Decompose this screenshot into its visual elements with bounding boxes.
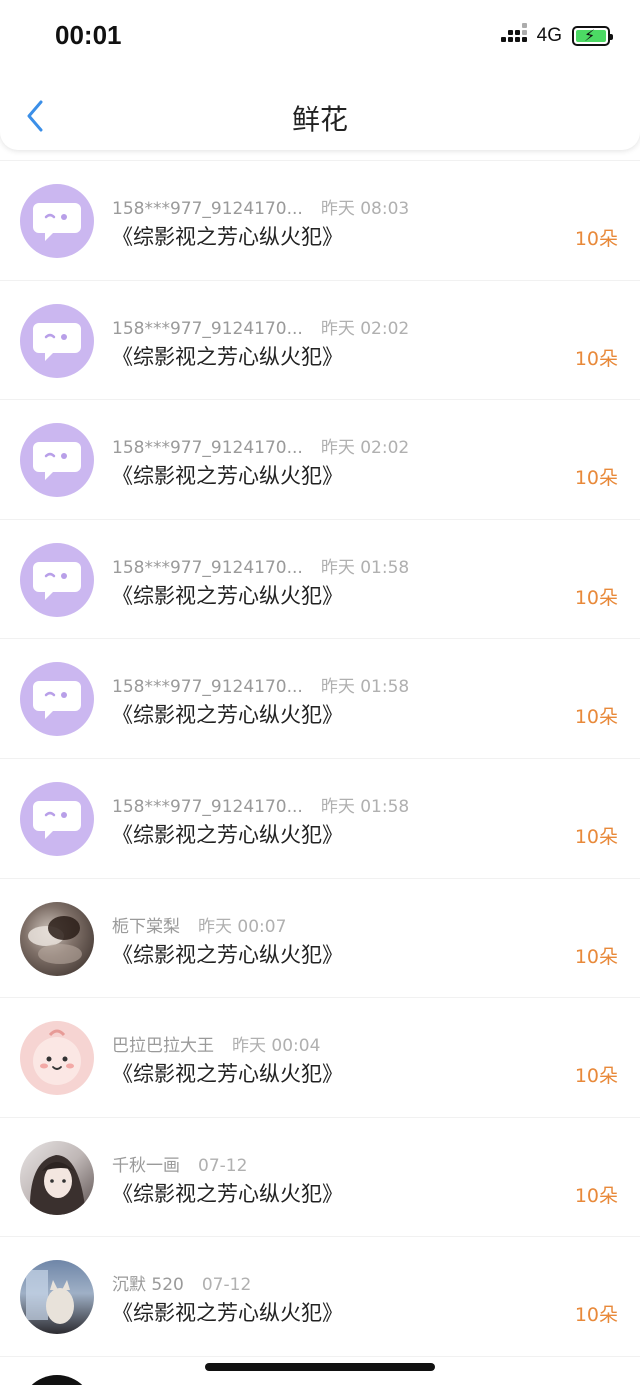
avatar[interactable] <box>20 1260 94 1335</box>
item-book: 《综影视之芳心纵火犯》 <box>112 703 343 728</box>
list-item[interactable]: 栀下棠梨 昨天 00:07 《综影视之芳心纵火犯》 10朵 <box>0 877 640 998</box>
item-count: 10朵 <box>574 825 618 848</box>
item-meta: 千秋一画 07-12 <box>112 1151 247 1176</box>
list-item[interactable]: 158***977_9124170... 昨天 01:58 《综影视之芳心纵火犯》… <box>0 518 640 639</box>
item-book: 《综影视之芳心纵火犯》 <box>112 822 343 847</box>
list-item[interactable]: 158***977_9124170... 昨天 02:02 《综影视之芳心纵火犯》… <box>0 279 640 400</box>
avatar[interactable] <box>20 184 94 258</box>
item-book: 《综影视之芳心纵火犯》 <box>112 344 343 369</box>
list-item[interactable]: 千秋一画 07-12 《综影视之芳心纵火犯》 10朵 <box>0 1116 640 1237</box>
avatar[interactable] <box>20 1140 94 1215</box>
avatar[interactable] <box>20 1021 94 1096</box>
avatar[interactable] <box>20 303 94 378</box>
photo-avatar-sleeping-icon <box>28 915 82 964</box>
avatar[interactable] <box>20 1374 94 1385</box>
item-book: 《综影视之芳心纵火犯》 <box>112 942 343 967</box>
chat-bubble-icon <box>33 681 81 720</box>
item-book: 《综影视之芳心纵火犯》 <box>112 464 343 489</box>
item-meta: 158***977_9124170... 昨天 01:58 <box>112 553 409 578</box>
avatar[interactable] <box>20 662 94 737</box>
avatar[interactable] <box>20 542 94 617</box>
item-book: 《综影视之芳心纵火犯》 <box>112 1062 343 1087</box>
chat-bubble-icon <box>33 800 81 839</box>
list-item[interactable]: 158***977_9124170... 昨天 01:58 《综影视之芳心纵火犯》… <box>0 638 640 758</box>
avatar[interactable] <box>20 901 94 976</box>
avatar[interactable] <box>20 781 94 856</box>
list-item[interactable]: 巴拉巴拉大王 昨天 00:04 《综影视之芳心纵火犯》 10朵 <box>0 997 640 1117</box>
item-user: 千秋一画 <box>112 1155 180 1176</box>
item-book: 《综影视之芳心纵火犯》 <box>112 583 343 608</box>
status-indicators: 4G ⚡ <box>500 23 613 48</box>
page-title: 鲜花 <box>291 103 348 136</box>
item-count: 10朵 <box>574 1184 618 1207</box>
item-time: 昨天 00:04 <box>232 1036 321 1057</box>
item-count: 10朵 <box>574 467 618 490</box>
item-book: 《综影视之芳心纵火犯》 <box>112 1181 343 1206</box>
status-time: 00:01 <box>55 20 122 50</box>
item-time: 07-12 <box>198 1155 248 1176</box>
item-meta: 158***977_9124170... 昨天 01:58 <box>112 672 409 697</box>
illustrated-avatar-girl-icon <box>29 1154 86 1215</box>
item-user: 沉默 520 <box>112 1275 184 1296</box>
chat-bubble-icon <box>33 442 81 481</box>
list-item[interactable]: 158***977_9124170... 昨天 01:58 《综影视之芳心纵火犯》… <box>0 757 640 878</box>
list-item[interactable]: 158***977_9124170... 昨天 08:03 《综影视之芳心纵火犯》… <box>0 160 640 280</box>
item-time: 昨天 00:07 <box>198 916 287 937</box>
item-count: 10朵 <box>574 1065 618 1088</box>
item-user: 158***977_9124170... <box>112 557 303 578</box>
item-user: 栀下棠梨 <box>112 916 180 937</box>
item-time: 昨天 02:02 <box>320 438 410 459</box>
item-meta: 巴拉巴拉大王 昨天 00:04 <box>112 1031 320 1056</box>
cartoon-avatar-pink-icon <box>33 1029 81 1086</box>
item-time: 昨天 01:58 <box>320 677 410 698</box>
chat-bubble-icon <box>33 203 81 241</box>
item-count: 10朵 <box>574 1304 618 1327</box>
avatar[interactable] <box>20 423 94 498</box>
item-meta: 158***977_9124170... 昨天 02:02 <box>112 433 409 458</box>
item-user: 158***977_9124170... <box>112 796 303 817</box>
item-meta: 158***977_9124170... 昨天 08:03 <box>112 194 409 219</box>
item-time: 昨天 02:02 <box>320 318 410 339</box>
item-user: 158***977_9124170... <box>112 438 303 459</box>
item-time: 昨天 08:03 <box>320 199 410 219</box>
item-meta: 158***977_9124170... 昨天 01:58 <box>112 792 409 817</box>
item-time: 昨天 01:58 <box>320 796 410 817</box>
item-meta: 栀下棠梨 昨天 00:07 <box>112 912 286 937</box>
list-item[interactable]: 沉默 520 07-12 《综影视之芳心纵火犯》 10朵 <box>0 1236 640 1356</box>
item-time: 07-12 <box>201 1275 252 1296</box>
item-book: 《综影视之芳心纵火犯》 <box>112 225 343 249</box>
item-count: 10朵 <box>574 228 618 250</box>
item-time: 昨天 01:58 <box>320 557 410 578</box>
chat-bubble-icon <box>33 322 81 361</box>
item-user: 158***977_9124170... <box>112 677 303 698</box>
item-meta: 158***977_9124170... 昨天 02:02 <box>112 314 409 339</box>
item-count: 10朵 <box>574 347 618 370</box>
item-count: 10朵 <box>574 945 618 968</box>
item-book: 《综影视之芳心纵火犯》 <box>112 1301 343 1326</box>
signal-icon <box>500 23 527 46</box>
list-item[interactable]: 158***977_9124170... 昨天 02:02 《综影视之芳心纵火犯》… <box>0 399 640 519</box>
top-header: 00:01 4G ⚡ 鲜花 <box>0 0 640 150</box>
item-user: 158***977_9124170... <box>112 199 303 219</box>
item-meta: 沉默 520 07-12 <box>112 1270 251 1295</box>
item-user: 158***977_9124170... <box>112 318 303 339</box>
item-user: 巴拉巴拉大王 <box>112 1036 214 1057</box>
item-count: 10朵 <box>574 706 618 729</box>
item-count: 10朵 <box>574 586 618 609</box>
photo-avatar-cat-icon <box>26 1270 74 1325</box>
battery-icon: ⚡ <box>572 26 613 46</box>
chat-bubble-icon <box>33 561 81 600</box>
home-indicator[interactable] <box>205 1363 435 1371</box>
network-type: 4G <box>536 25 562 46</box>
flower-list: 158***977_9124170... 昨天 08:03 《综影视之芳心纵火犯》… <box>0 160 640 1385</box>
